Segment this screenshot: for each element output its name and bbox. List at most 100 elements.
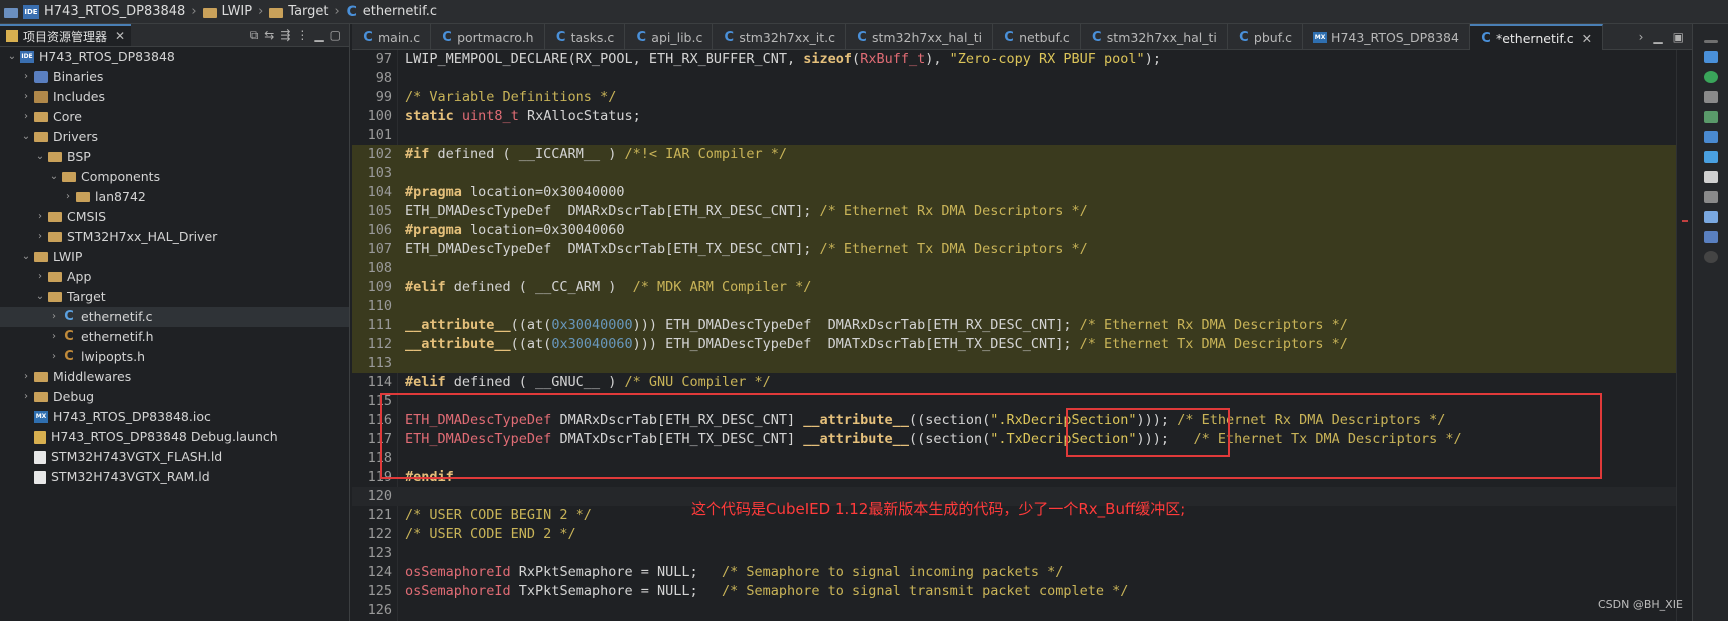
editor-tab[interactable]: Capi_lib.c <box>625 24 714 50</box>
maximize-icon[interactable]: ▢ <box>330 28 341 43</box>
code-line[interactable]: 114 #elif defined ( __GNUC__ ) /* GNU Com… <box>352 373 1676 392</box>
tasks-icon[interactable] <box>1703 111 1718 123</box>
filter-icon[interactable]: ⇶ <box>280 28 290 43</box>
breadcrumb-file[interactable]: Cethernetif.c <box>342 4 441 20</box>
tree-item[interactable]: H743_RTOS_DP83848 Debug.launch <box>0 427 349 447</box>
outline-icon[interactable] <box>1703 51 1718 63</box>
error-marker[interactable] <box>1682 220 1688 222</box>
chevron-right-icon[interactable]: › <box>34 267 46 287</box>
editor-tab[interactable]: Cnetbuf.c <box>993 24 1081 50</box>
chevron-down-icon[interactable]: ⌄ <box>20 127 32 147</box>
console-icon[interactable] <box>1703 151 1718 163</box>
tree-item[interactable]: ⌄ LWIP <box>0 247 349 267</box>
minimize-icon[interactable] <box>1703 40 1718 43</box>
code-line[interactable]: 112 __attribute__((at(0x30040060))) ETH_D… <box>352 335 1676 354</box>
minimize-icon[interactable]: ▁ <box>1653 30 1662 44</box>
tree-item[interactable]: › App <box>0 267 349 287</box>
code-line[interactable]: 124 osSemaphoreId RxPktSemaphore = NULL; … <box>352 563 1676 582</box>
chevron-right-icon[interactable]: › <box>20 107 32 127</box>
editor-tab[interactable]: Ctasks.c <box>545 24 626 50</box>
tree-item[interactable]: › lan8742 <box>0 187 349 207</box>
code-line[interactable]: 97 LWIP_MEMPOOL_DECLARE(RX_POOL, ETH_RX_B… <box>352 50 1676 69</box>
code-line[interactable]: 98 <box>352 69 1676 88</box>
tree-item[interactable]: ⌄ BSP <box>0 147 349 167</box>
breadcrumb-target[interactable]: Target <box>265 4 332 19</box>
minimize-icon[interactable]: ▁ <box>314 28 323 43</box>
tree-item[interactable]: ⌄ Components <box>0 167 349 187</box>
close-icon[interactable]: ✕ <box>115 29 125 43</box>
view-menu-icon[interactable]: ⋮ <box>296 28 308 43</box>
tree-item[interactable]: › Binaries <box>0 67 349 87</box>
link-editor-icon[interactable]: ⇆ <box>264 28 274 43</box>
code-line[interactable]: 123 <box>352 544 1676 563</box>
tree-item[interactable]: › CMSIS <box>0 207 349 227</box>
collapse-all-icon[interactable]: ⧉ <box>250 28 259 43</box>
code-line[interactable]: 111 __attribute__((at(0x30040000))) ETH_D… <box>352 316 1676 335</box>
editor-tab[interactable]: MX H743_RTOS_DP8384 <box>1303 24 1470 50</box>
chevron-right-icon[interactable]: › <box>20 67 32 87</box>
chevron-right-icon[interactable]: › <box>20 367 32 387</box>
breadcrumb-project[interactable]: IDE H743_RTOS_DP83848 <box>0 4 189 19</box>
chevron-down-icon[interactable]: ⌄ <box>34 287 46 307</box>
code-line[interactable]: 100 static uint8_t RxAllocStatus; <box>352 107 1676 126</box>
code-line[interactable]: 101 <box>352 126 1676 145</box>
tree-item[interactable]: › Clwipopts.h <box>0 347 349 367</box>
memory-icon[interactable] <box>1703 211 1718 223</box>
editor-tab[interactable]: C *ethernetif.c ✕ <box>1469 24 1604 50</box>
code-line[interactable]: 105 ETH_DMADescTypeDef DMARxDscrTab[ETH_R… <box>352 202 1676 221</box>
chevron-down-icon[interactable]: ⌄ <box>20 247 32 267</box>
tree-item[interactable]: › STM32H7xx_HAL_Driver <box>0 227 349 247</box>
tree-item[interactable]: › Cethernetif.h <box>0 327 349 347</box>
chevron-right-icon[interactable]: › <box>48 347 60 367</box>
code-line[interactable]: 126 <box>352 601 1676 620</box>
tree-item[interactable]: › Middlewares <box>0 367 349 387</box>
code-line[interactable]: 104 #pragma location=0x30040000 <box>352 183 1676 202</box>
chevron-down-icon[interactable]: ⌄ <box>6 47 18 67</box>
code-line[interactable]: 106 #pragma location=0x30040060 <box>352 221 1676 240</box>
code-line[interactable]: 99 /* Variable Definitions */ <box>352 88 1676 107</box>
tree-item[interactable]: ⌄ Target <box>0 287 349 307</box>
editor-tab[interactable]: Cstm32h7xx_hal_ti <box>1081 24 1228 50</box>
build-targets-icon[interactable] <box>1703 71 1718 83</box>
live-expressions-icon[interactable] <box>1703 231 1718 243</box>
maximize-icon[interactable]: ▣ <box>1673 30 1684 44</box>
code-line[interactable]: 103 <box>352 164 1676 183</box>
chevron-right-icon[interactable]: › <box>34 207 46 227</box>
close-icon[interactable]: ✕ <box>1582 31 1592 46</box>
tree-item[interactable]: ⌄ Drivers <box>0 127 349 147</box>
chevron-right-icon[interactable]: › <box>48 327 60 347</box>
tree-item[interactable]: › Debug <box>0 387 349 407</box>
code-line[interactable]: 110 <box>352 297 1676 316</box>
breadcrumb-lwip[interactable]: LWIP <box>199 4 257 19</box>
tab-overflow-icon[interactable]: › <box>1639 30 1644 44</box>
tree-item[interactable]: MX H743_RTOS_DP83848.ioc <box>0 407 349 427</box>
problems-icon[interactable] <box>1703 131 1718 143</box>
tree-item[interactable]: › Includes <box>0 87 349 107</box>
tree-item[interactable]: › Cethernetif.c <box>0 307 349 327</box>
code-line[interactable]: 113 <box>352 354 1676 373</box>
chevron-down-icon[interactable]: ⌄ <box>34 147 46 167</box>
code-line[interactable]: 102 #if defined ( __ICCARM__ ) /*!< IAR C… <box>352 145 1676 164</box>
code-line[interactable]: 122 /* USER CODE END 2 */ <box>352 525 1676 544</box>
chevron-down-icon[interactable]: ⌄ <box>48 167 60 187</box>
editor-tab[interactable]: Cpbuf.c <box>1228 24 1304 50</box>
editor-tab[interactable]: Cmain.c <box>352 24 432 50</box>
editor-tab[interactable]: Cportmacro.h <box>431 24 545 50</box>
registers-icon[interactable] <box>1703 171 1718 183</box>
chevron-right-icon[interactable]: › <box>62 187 74 207</box>
tree-item[interactable]: STM32H743VGTX_RAM.ld <box>0 467 349 487</box>
restore-icon[interactable] <box>1703 191 1718 203</box>
code-editor[interactable]: 97 LWIP_MEMPOOL_DECLARE(RX_POOL, ETH_RX_B… <box>352 50 1676 621</box>
tree-item[interactable]: STM32H743VGTX_FLASH.ld <box>0 447 349 467</box>
tree-item[interactable]: ⌄ IDE H743_RTOS_DP83848 <box>0 47 349 67</box>
code-line[interactable]: 108 <box>352 259 1676 278</box>
chevron-right-icon[interactable]: › <box>48 307 60 327</box>
editor-tab[interactable]: Cstm32h7xx_it.c <box>713 24 846 50</box>
restore-icon[interactable] <box>1703 91 1718 103</box>
chevron-right-icon[interactable]: › <box>20 387 32 407</box>
tree-item[interactable]: › Core <box>0 107 349 127</box>
tab-project-explorer[interactable]: 项目资源管理器 ✕ <box>0 24 132 46</box>
code-line[interactable]: 125 osSemaphoreId TxPktSemaphore = NULL; … <box>352 582 1676 601</box>
code-line[interactable]: 107 ETH_DMADescTypeDef DMATxDscrTab[ETH_T… <box>352 240 1676 259</box>
editor-overview-ruler[interactable] <box>1676 50 1692 621</box>
